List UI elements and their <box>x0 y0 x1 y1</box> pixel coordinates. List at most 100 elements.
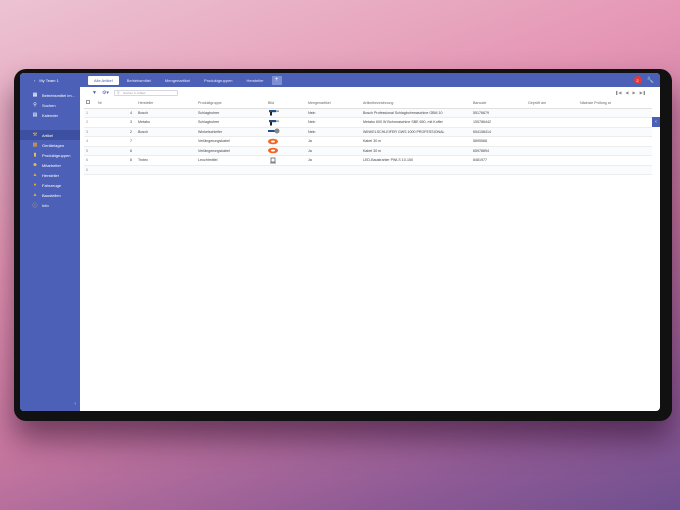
cell-menge <box>306 165 361 175</box>
tab-1[interactable]: Betriebsmittel <box>121 76 157 85</box>
column-header-2[interactable]: Produktgruppe <box>196 98 266 109</box>
cell-gepr <box>526 117 578 128</box>
chevron-left-icon[interactable]: ‹ <box>34 78 35 83</box>
last-page-icon[interactable]: ▶❚ <box>640 90 646 95</box>
search-input[interactable]: ⚲ Suchen in Artikel <box>113 89 178 96</box>
box-icon: ▩ <box>32 142 38 148</box>
sidebar-item-label: Gerätelagen <box>42 142 65 148</box>
cell-bez <box>361 165 471 175</box>
cell-menge: Ja <box>306 146 361 156</box>
cell-idx: 1 <box>84 108 96 118</box>
cell-nr: 3 <box>96 117 136 128</box>
cell-gepr <box>526 146 578 156</box>
cell-hersteller: Metabo <box>136 117 196 128</box>
cell-next <box>578 165 652 175</box>
team-switcher[interactable]: ‹ My Team 1 <box>20 78 80 83</box>
table-row[interactable]: 4 7 Verlängerungskabel Ja Kabel 30 m 5895568 <box>84 136 652 147</box>
cell-nr: 6 <box>96 146 136 156</box>
cell-bez: Kabel 30 m <box>361 146 471 156</box>
column-header-3[interactable]: Bild <box>266 98 306 109</box>
cell-barcode: 5895568 <box>471 136 526 147</box>
tab-3[interactable]: Produktgruppen <box>198 76 238 85</box>
cell-menge: Nein <box>306 117 361 128</box>
tab-bar: Alle Artikel Betriebsmittel Mengenartikel P… <box>80 73 282 87</box>
sidebar-item-4[interactable]: ▩ Gerätelagen <box>20 140 80 150</box>
notification-badge[interactable]: 2 <box>633 76 642 84</box>
table-row[interactable]: 3 2 Bosch Winkelschleifer Nein WINKELSCHLEIFE… <box>84 127 652 137</box>
table-row[interactable]: 5 6 Verlängerungskabel Ja Kabel 30 m 65978894 <box>84 146 652 156</box>
cell-gruppe: Schlagbohrer <box>196 117 266 128</box>
sidebar-item-9[interactable]: ▲ Baustellen <box>20 190 80 200</box>
articles-table: Nr Hersteller Produktgruppe Bild Mengenartik… <box>84 98 652 175</box>
search-placeholder: Suchen in Artikel <box>122 90 146 95</box>
people-icon: ☻ <box>32 162 38 168</box>
sidebar: ▦ Betriebsmittel im... ⚲ Suchen ▤ Kalender ⚒ Ar… <box>20 87 80 411</box>
first-page-icon[interactable]: ❚◀ <box>615 90 621 95</box>
cell-gruppe: Verlängerungskabel <box>196 136 266 147</box>
sidebar-item-2[interactable]: ▤ Kalender <box>20 110 80 120</box>
calendar-icon: ▤ <box>32 112 38 118</box>
cell-hersteller: Bosch <box>136 127 196 137</box>
team-name: My Team 1 <box>39 77 59 83</box>
cell-bez: Bosch Professional Schlagbohrmaschine GB… <box>361 108 471 118</box>
sidebar-item-label: Hersteller <box>42 172 60 178</box>
cell-nr: 8 <box>96 155 136 166</box>
sidebar-item-label: Betriebsmittel im... <box>42 92 75 98</box>
sidebar-item-1[interactable]: ⚲ Suchen <box>20 100 80 110</box>
cell-nr: 2 <box>96 127 136 137</box>
sidebar-item-8[interactable]: ● Fahrzeuge <box>20 180 80 190</box>
column-header-5[interactable]: Artikelbezeichnung <box>361 98 471 109</box>
table-row[interactable]: 6 8 Trotec Leuchtmittel Ja LED-Baustrahler PW… <box>84 155 652 166</box>
main-content: ▼ ⚙▾ ⚲ Suchen in Artikel ❚◀ ◀ ▶ ▶❚ ‹ Nr H… <box>80 87 660 411</box>
product-image <box>266 108 306 118</box>
cell-barcode <box>471 165 526 175</box>
sidebar-item-5[interactable]: ▮ Produktgruppen <box>20 150 80 160</box>
settings-icon[interactable]: ⚙▾ <box>102 90 109 96</box>
cell-gepr <box>526 127 578 137</box>
cell-gruppe: Winkelschleifer <box>196 127 266 137</box>
search-icon: ⚲ <box>33 102 37 108</box>
sidebar-item-0[interactable]: ▦ Betriebsmittel im... <box>20 90 80 100</box>
table-row[interactable]: 1 4 Bosch Schlagbohrer Nein Bosch Professiona… <box>84 108 652 118</box>
cell-next <box>578 155 652 166</box>
column-header-1[interactable]: Hersteller <box>136 98 196 109</box>
product-image <box>266 146 306 156</box>
cell-barcode: 8481977 <box>471 155 526 166</box>
product-image <box>266 117 306 128</box>
cell-hersteller: Trotec <box>136 155 196 166</box>
dashboard-icon: ▦ <box>32 92 38 98</box>
column-header-4[interactable]: Mengenartikel <box>306 98 361 109</box>
table-row[interactable]: 2 3 Metabo Schlagbohrer Nein Metabo 600 W Boh… <box>84 117 652 128</box>
product-image <box>266 136 306 147</box>
sidebar-item-label: Artikel <box>42 132 54 138</box>
cell-idx: 6 <box>84 155 96 166</box>
collapse-sidebar-icon[interactable]: ‹ <box>74 401 76 407</box>
cell-gruppe: Schlagbohrer <box>196 108 266 118</box>
product-image <box>266 165 306 175</box>
tab-4[interactable]: Hersteller <box>241 76 270 85</box>
next-page-icon[interactable]: ▶ <box>632 90 635 95</box>
column-header-7[interactable]: Geprüft am <box>526 98 578 109</box>
wrench-icon[interactable]: 🔧 <box>647 77 654 84</box>
select-all-checkbox[interactable] <box>84 98 96 109</box>
cell-gepr <box>526 165 578 175</box>
tab-2[interactable]: Mengenartikel <box>159 76 196 85</box>
table-row[interactable]: 0 <box>84 165 652 175</box>
sidebar-item-10[interactable]: ⓘ Info <box>20 200 80 210</box>
factory-icon: ▲ <box>32 172 38 178</box>
filter-icon[interactable]: ▼ <box>92 90 97 96</box>
side-panel-toggle[interactable]: ‹ <box>652 117 660 127</box>
cell-barcode: 55178679 <box>471 108 526 118</box>
car-icon: ● <box>33 182 37 188</box>
column-header-0[interactable]: Nr <box>96 98 136 109</box>
cell-gepr <box>526 155 578 166</box>
column-header-8[interactable]: Nächste Prüfung ar <box>578 98 652 109</box>
sidebar-item-6[interactable]: ☻ Mitarbeiter <box>20 160 80 170</box>
sidebar-item-7[interactable]: ▲ Hersteller <box>20 170 80 180</box>
add-tab-button[interactable]: + <box>271 75 282 85</box>
tab-0[interactable]: Alle Artikel <box>88 75 119 85</box>
sidebar-item-3[interactable]: ⚒ Artikel <box>20 130 80 140</box>
prev-page-icon[interactable]: ◀ <box>625 90 628 95</box>
cell-menge: Ja <box>306 136 361 147</box>
column-header-6[interactable]: Barcode <box>471 98 526 109</box>
